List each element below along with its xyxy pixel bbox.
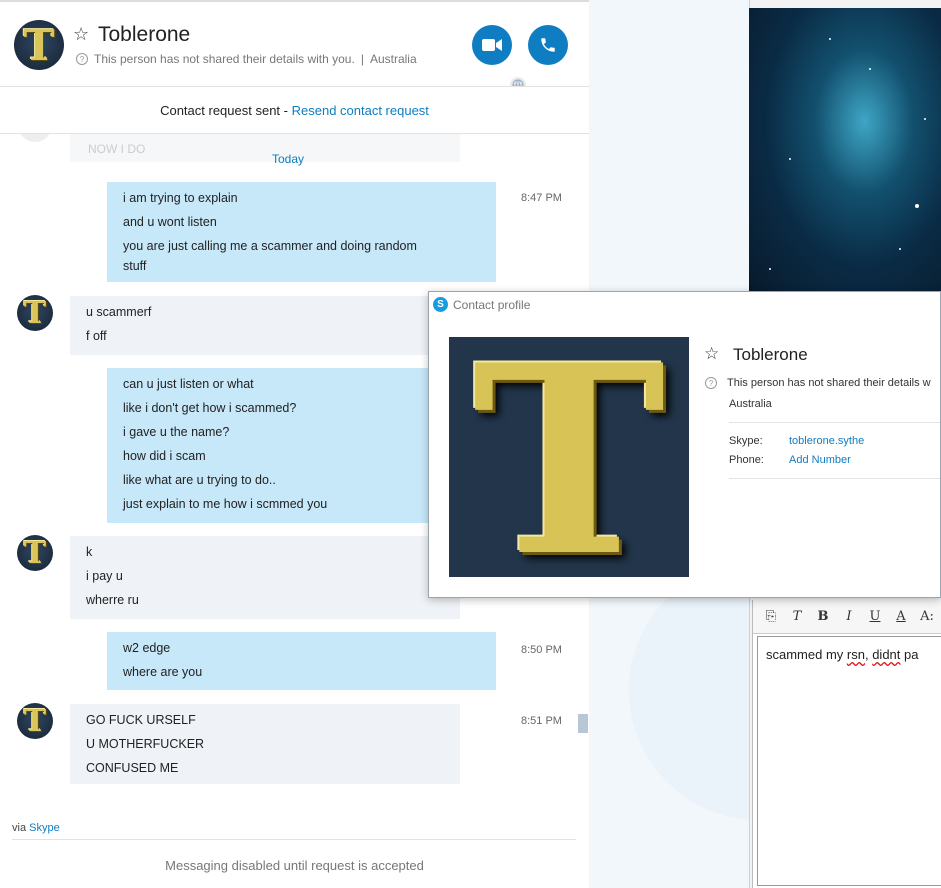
- background-decoration: [629, 560, 749, 820]
- star-dot: [869, 68, 871, 70]
- profile-location: Australia: [729, 398, 772, 410]
- favorite-star-icon[interactable]: ☆: [704, 344, 719, 364]
- message-outgoing[interactable]: i am trying to explain and u wont listen…: [107, 182, 496, 282]
- star-dot: [915, 204, 919, 208]
- subtitle-separator: |: [360, 52, 364, 66]
- message-timestamp: 8:50 PM: [521, 644, 562, 656]
- star-dot: [769, 268, 771, 270]
- message-line: i gave u the name?: [123, 425, 230, 439]
- message-line: where are you: [123, 665, 203, 679]
- bold-button[interactable]: B: [813, 609, 833, 624]
- underline-button[interactable]: U: [865, 609, 885, 624]
- message-timestamp: 8:47 PM: [521, 192, 562, 204]
- conversation-header: T ☆ Toblerone ? This person has not shar…: [0, 4, 589, 84]
- star-dot: [789, 158, 791, 160]
- request-status-text: Contact request sent -: [160, 102, 288, 118]
- window-title: Contact profile: [453, 298, 531, 312]
- phone-label: Phone:: [729, 454, 764, 466]
- footer-divider: [12, 839, 576, 840]
- editor-text-area[interactable]: scammed my rsn, didnt pa: [757, 636, 941, 886]
- message-line: i pay u: [86, 569, 123, 583]
- message-line: f off: [86, 329, 107, 343]
- day-divider: Today: [271, 152, 305, 166]
- divider: [729, 422, 940, 423]
- message-incoming[interactable]: GO FUCK URSELF U MOTHERFUCKER CONFUSED M…: [70, 704, 460, 784]
- sender-avatar[interactable]: T: [17, 703, 53, 739]
- message-line: CONFUSED ME: [86, 761, 179, 775]
- skype-link[interactable]: Skype: [29, 822, 60, 834]
- text-editor: ⎘ T B I U A A: scammed my rsn, didnt pa: [752, 600, 941, 888]
- message-line: how did i scam: [123, 449, 206, 463]
- contact-subtitle: ? This person has not shared their detai…: [76, 52, 417, 66]
- favorite-star-icon[interactable]: ☆: [73, 24, 89, 45]
- profile-details-notice: ? This person has not shared their detai…: [705, 377, 931, 389]
- message-line: GO FUCK URSELF: [86, 713, 196, 727]
- messaging-disabled-notice: Messaging disabled until request is acce…: [165, 858, 424, 873]
- message-line: and u wont listen: [123, 215, 217, 229]
- message-line: U MOTHERFUCKER: [86, 737, 205, 751]
- via-skype: via Skype: [12, 822, 60, 834]
- skype-label: Skype:: [729, 435, 763, 447]
- details-notice: This person has not shared their details…: [94, 52, 355, 66]
- divider: [729, 478, 940, 479]
- resend-request-link[interactable]: Resend contact request: [292, 103, 429, 118]
- contact-profile-window: S Contact profile T ☆ Toblerone ? This p…: [428, 291, 941, 598]
- profile-name: Toblerone: [733, 345, 808, 364]
- skype-logo-icon: S: [433, 297, 448, 312]
- audio-call-button[interactable]: [528, 25, 568, 65]
- space-wallpaper-image: [749, 8, 941, 292]
- sender-avatar[interactable]: T: [17, 535, 53, 571]
- contact-request-bar: Contact request sent - Resend contact re…: [0, 86, 589, 134]
- phone-icon: [541, 38, 555, 52]
- question-circle-icon: ?: [705, 377, 717, 389]
- question-circle-icon: ?: [76, 53, 88, 65]
- sender-avatar[interactable]: T: [17, 295, 53, 331]
- star-dot: [899, 248, 901, 250]
- message-line: can u just listen or what: [123, 377, 254, 391]
- message-incoming[interactable]: k i pay u wherre ru: [70, 536, 460, 619]
- profile-picture: T: [449, 337, 689, 577]
- font-size-button[interactable]: A:: [917, 609, 937, 624]
- video-call-button[interactable]: [472, 25, 512, 65]
- scrollbar-thumb[interactable]: [578, 714, 588, 733]
- skype-id-link[interactable]: toblerone.sythe: [789, 435, 864, 447]
- contact-name[interactable]: Toblerone: [98, 23, 190, 47]
- message-line: w2 edge: [123, 641, 171, 655]
- message-line: just explain to me how i scmmed you: [123, 497, 328, 511]
- message-outgoing[interactable]: w2 edge where are you: [107, 632, 496, 690]
- message-line: u scammerf: [86, 305, 152, 319]
- message-line: k: [86, 545, 93, 559]
- editor-toolbar: ⎘ T B I U A A:: [753, 600, 941, 634]
- clear-format-icon[interactable]: T: [787, 609, 807, 624]
- contact-location: Australia: [369, 52, 417, 66]
- font-color-button[interactable]: A: [891, 609, 911, 624]
- message-line: wherre ru: [86, 593, 139, 607]
- message-timestamp: 8:51 PM: [521, 715, 562, 727]
- message-line: like i don't get how i scammed?: [123, 401, 297, 415]
- contact-avatar[interactable]: T: [14, 20, 64, 70]
- italic-button[interactable]: I: [839, 609, 859, 624]
- message-incoming[interactable]: u scammerf f off: [70, 296, 460, 355]
- star-dot: [829, 38, 831, 40]
- format-painter-icon[interactable]: ⎘: [761, 609, 781, 624]
- add-number-link[interactable]: Add Number: [789, 454, 851, 466]
- star-dot: [924, 118, 926, 120]
- message-line: i am trying to explain: [123, 191, 238, 205]
- message-line: like what are u trying to do..: [123, 473, 276, 487]
- video-camera-icon: [482, 39, 502, 51]
